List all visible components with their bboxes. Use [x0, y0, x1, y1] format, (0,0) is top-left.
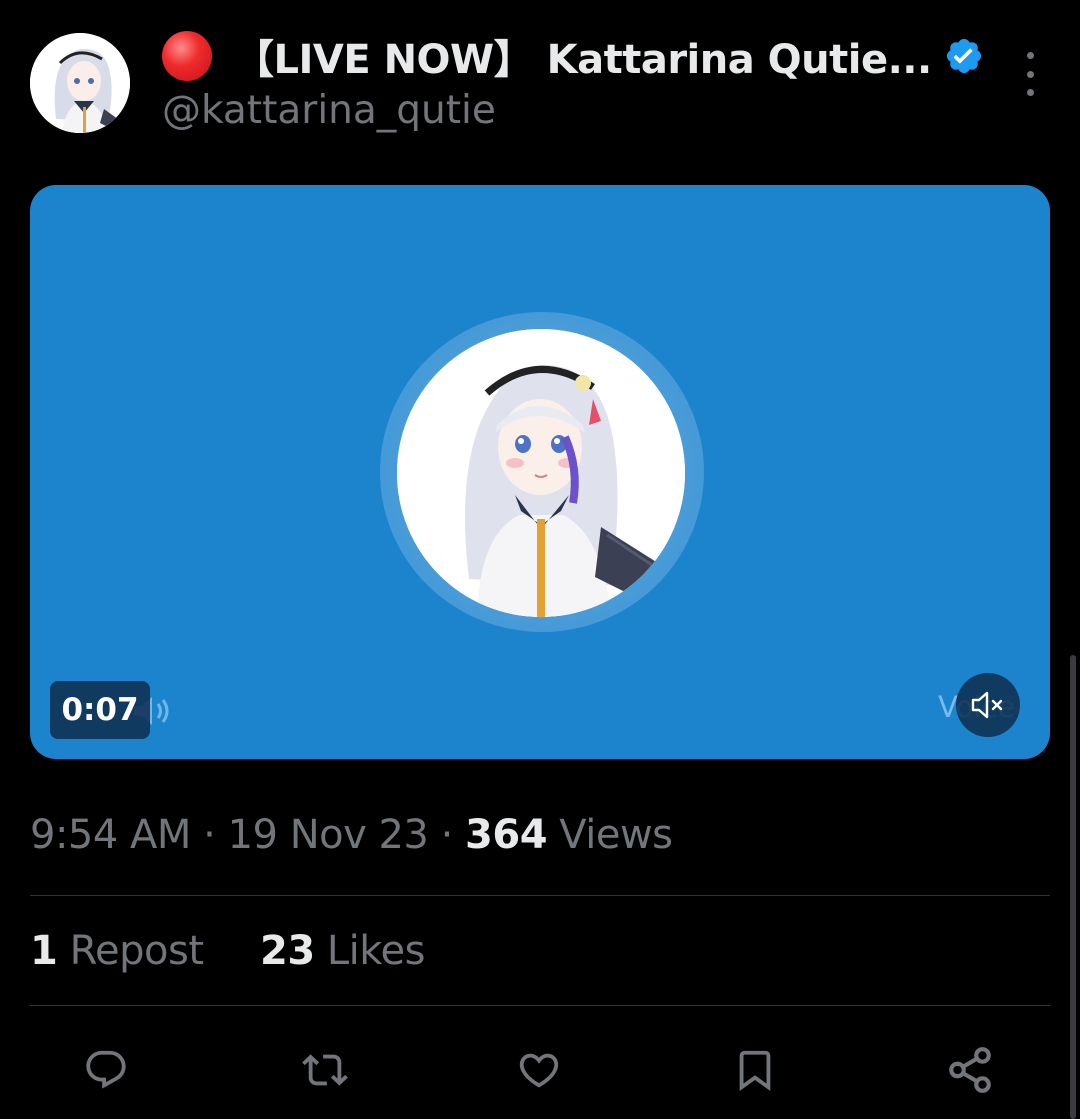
likes-count[interactable]: 23 — [260, 928, 315, 974]
divider — [30, 1005, 1050, 1006]
more-dot-icon — [1026, 89, 1034, 96]
bookmark-icon — [739, 1050, 771, 1091]
author-avatar[interactable] — [30, 33, 130, 133]
speaker-muted-icon — [971, 691, 1003, 719]
author-display-name[interactable]: 【LIVE NOW】 Kattarina Qutie... — [234, 27, 932, 85]
verified-badge-icon[interactable] — [944, 36, 984, 76]
reply-icon — [86, 1050, 126, 1089]
divider — [30, 895, 1050, 896]
more-dot-icon — [1026, 70, 1034, 78]
post-date[interactable]: 19 Nov 23 — [228, 812, 429, 858]
mute-toggle-button[interactable] — [956, 673, 1020, 737]
video-player[interactable]: 0:07 Voice — [30, 185, 1050, 759]
reposts-count[interactable]: 1 — [30, 928, 58, 974]
views-label[interactable]: Views — [559, 812, 673, 858]
like-button[interactable] — [509, 1040, 569, 1100]
more-options-button[interactable] — [1016, 52, 1044, 96]
tweet-header: 【LIVE NOW】 Kattarina Qutie... @kattarina… — [0, 0, 1080, 160]
like-icon — [519, 1053, 559, 1088]
post-time[interactable]: 9:54 AM — [30, 812, 191, 858]
action-bar — [0, 1040, 1080, 1100]
meta-separator: · — [203, 812, 216, 858]
engagement-stats: 1 Repost 23 Likes — [30, 928, 425, 974]
character-portrait — [397, 329, 685, 617]
author-handle[interactable]: @kattarina_qutie — [162, 88, 496, 133]
likes-label[interactable]: Likes — [327, 928, 426, 974]
bookmark-button[interactable] — [725, 1040, 785, 1100]
repost-icon — [302, 1054, 348, 1086]
more-dot-icon — [1026, 52, 1034, 59]
share-button[interactable] — [940, 1040, 1000, 1100]
views-count[interactable]: 364 — [465, 812, 548, 858]
author-name-row[interactable]: 【LIVE NOW】 Kattarina Qutie... — [162, 26, 984, 86]
scrollbar[interactable] — [1070, 655, 1076, 1119]
tweet-meta: 9:54 AM · 19 Nov 23 · 364 Views — [30, 812, 673, 858]
live-indicator-icon — [162, 31, 212, 81]
share-icon — [949, 1047, 991, 1093]
meta-separator: · — [440, 812, 454, 858]
reply-button[interactable] — [76, 1040, 136, 1100]
repost-button[interactable] — [295, 1040, 355, 1100]
video-elapsed-time: 0:07 — [50, 681, 150, 739]
reposts-label[interactable]: Repost — [70, 928, 205, 974]
